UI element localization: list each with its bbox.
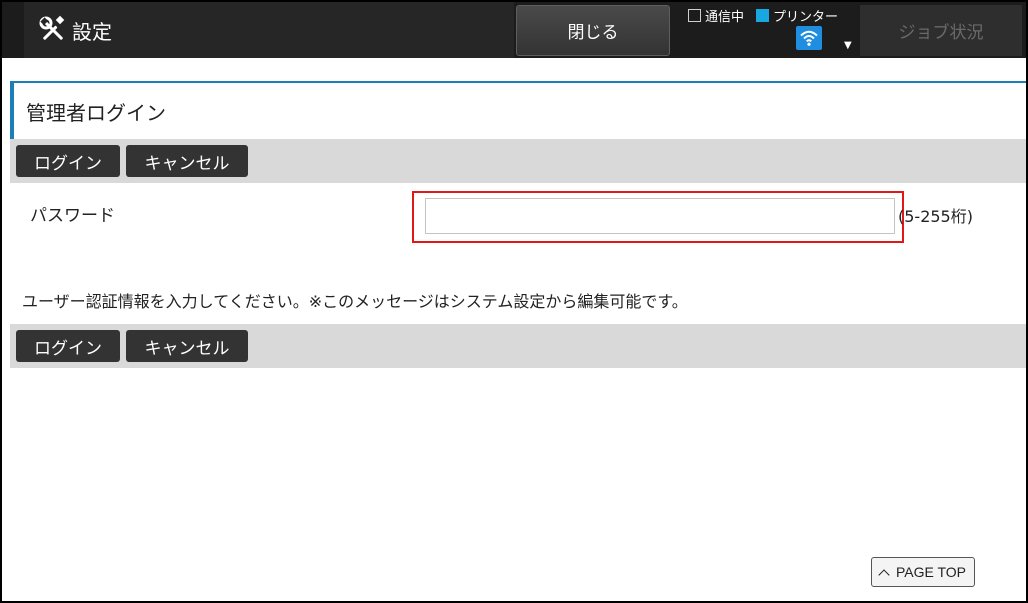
comm-indicator bbox=[688, 9, 701, 22]
printer-label: プリンター bbox=[773, 10, 839, 25]
page-title: 管理者ログイン bbox=[10, 81, 1026, 139]
status-dropdown-icon[interactable]: ▼ bbox=[844, 40, 852, 51]
login-button[interactable]: ログイン bbox=[16, 145, 120, 177]
toolbar-top: ログイン キャンセル bbox=[10, 139, 1026, 183]
password-label: パスワード bbox=[30, 206, 115, 226]
wifi-icon bbox=[796, 26, 822, 50]
toolbar-bottom: ログイン キャンセル bbox=[10, 324, 1026, 368]
screen-title: 設定 bbox=[72, 19, 112, 44]
status-area[interactable]: 通信中 プリンター ▼ bbox=[682, 2, 858, 58]
cancel-button[interactable]: キャンセル bbox=[126, 145, 248, 177]
wifi-glyph bbox=[800, 30, 818, 46]
chevron-up-icon bbox=[878, 568, 890, 581]
password-input[interactable] bbox=[425, 198, 895, 234]
title-area: 設定 bbox=[24, 2, 514, 58]
printer-indicator bbox=[756, 9, 770, 22]
password-length-hint: (5-255桁) bbox=[898, 207, 973, 226]
close-button[interactable]: 閉じる bbox=[516, 5, 670, 56]
page-top-label: PAGE TOP bbox=[895, 564, 967, 580]
page-top-button[interactable]: PAGE TOP bbox=[871, 557, 975, 587]
info-message: ユーザー認証情報を入力してください。※このメッセージはシステム設定から編集可能で… bbox=[22, 292, 688, 311]
job-status-button[interactable]: ジョブ状況 bbox=[860, 5, 1022, 56]
comm-label: 通信中 bbox=[705, 10, 745, 25]
header-bar: 設定 閉じる 通信中 プリンター ▼ ジョブ状況 bbox=[2, 2, 1026, 58]
tools-icon bbox=[39, 15, 65, 40]
cancel-button-bottom[interactable]: キャンセル bbox=[126, 330, 248, 362]
status-row: 通信中 プリンター bbox=[688, 6, 838, 25]
login-button-bottom[interactable]: ログイン bbox=[16, 330, 120, 362]
settings-screen: 設定 閉じる 通信中 プリンター ▼ ジョブ状況 管理者ログイン ログイン キャ… bbox=[2, 2, 1026, 601]
